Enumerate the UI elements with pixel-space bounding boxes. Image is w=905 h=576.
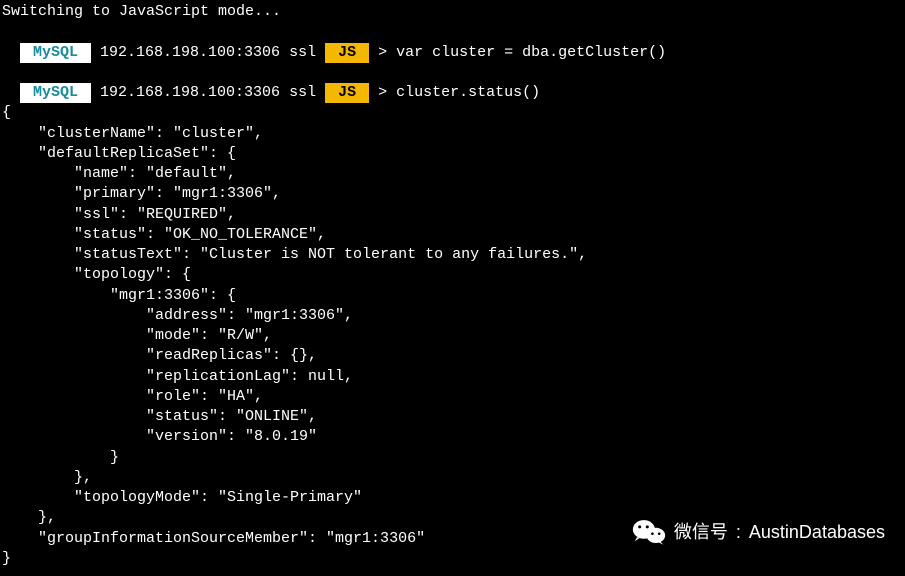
json-output-line: "address": "mgr1:3306", bbox=[2, 306, 903, 326]
json-output-line: "defaultReplicaSet": { bbox=[2, 144, 903, 164]
json-output-line: "statusText": "Cluster is NOT tolerant t… bbox=[2, 245, 903, 265]
json-output-line: "topology": { bbox=[2, 265, 903, 285]
prompt-line-1[interactable]: MySQL 192.168.198.100:3306 ssl JS > var … bbox=[2, 22, 903, 63]
watermark-label: 微信号 bbox=[674, 520, 728, 544]
json-output-line: "status": "OK_NO_TOLERANCE", bbox=[2, 225, 903, 245]
json-output-line: { bbox=[2, 103, 903, 123]
json-output-line: "replicationLag": null, bbox=[2, 367, 903, 387]
watermark-colon: : bbox=[736, 520, 741, 544]
json-output-line: "version": "8.0.19" bbox=[2, 427, 903, 447]
watermark-value: AustinDatabases bbox=[749, 520, 885, 544]
json-output-line: "clusterName": "cluster", bbox=[2, 124, 903, 144]
command-input[interactable]: var cluster = dba.getCluster() bbox=[396, 44, 666, 61]
mysql-badge: MySQL bbox=[20, 83, 91, 103]
host-address: 192.168.198.100:3306 ssl bbox=[91, 84, 325, 101]
json-output-line: "ssl": "REQUIRED", bbox=[2, 205, 903, 225]
json-output-line: }, bbox=[2, 468, 903, 488]
mode-switch-message: Switching to JavaScript mode... bbox=[2, 2, 903, 22]
host-address: 192.168.198.100:3306 ssl bbox=[91, 44, 325, 61]
json-output-line: "status": "ONLINE", bbox=[2, 407, 903, 427]
prompt-arrow: > bbox=[369, 44, 396, 61]
mysql-badge: MySQL bbox=[20, 43, 91, 63]
js-badge: JS bbox=[325, 43, 369, 63]
js-badge: JS bbox=[325, 83, 369, 103]
json-output-line: "readReplicas": {}, bbox=[2, 346, 903, 366]
json-output-line: } bbox=[2, 448, 903, 468]
json-output-line: } bbox=[2, 549, 903, 569]
json-output-line: "role": "HA", bbox=[2, 387, 903, 407]
json-output-line: "topologyMode": "Single-Primary" bbox=[2, 488, 903, 508]
json-output-line: "mode": "R/W", bbox=[2, 326, 903, 346]
prompt-arrow: > bbox=[369, 84, 396, 101]
prompt-line-2[interactable]: MySQL 192.168.198.100:3306 ssl JS > clus… bbox=[2, 63, 903, 104]
watermark: 微信号: AustinDatabases bbox=[632, 518, 885, 546]
command-input[interactable]: cluster.status() bbox=[396, 84, 540, 101]
wechat-icon bbox=[632, 518, 666, 546]
json-output-line: "name": "default", bbox=[2, 164, 903, 184]
json-output-line: "mgr1:3306": { bbox=[2, 286, 903, 306]
json-output-line: "primary": "mgr1:3306", bbox=[2, 184, 903, 204]
